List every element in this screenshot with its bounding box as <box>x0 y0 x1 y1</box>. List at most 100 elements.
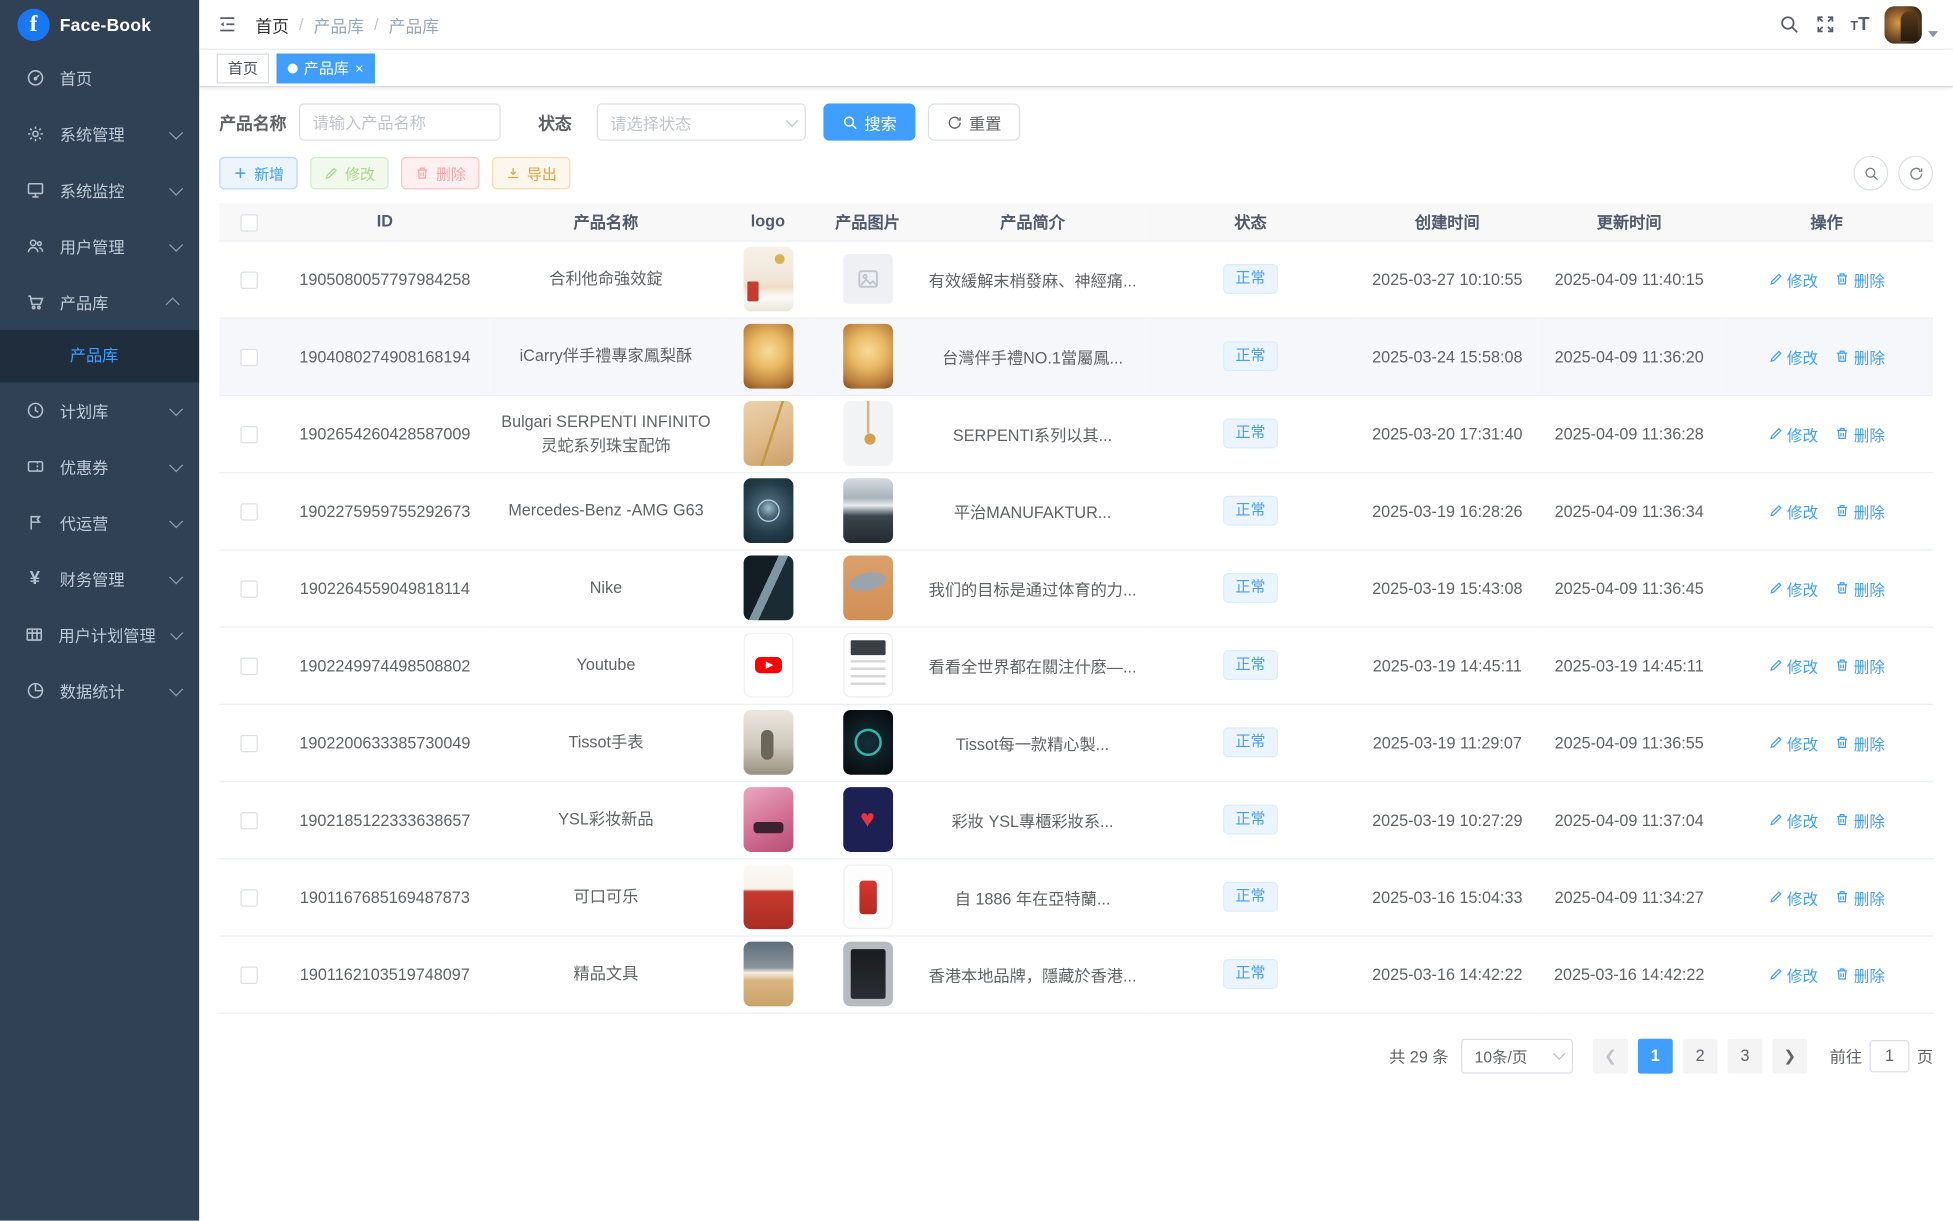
status-badge: 正常 <box>1223 882 1278 912</box>
row-delete-link[interactable]: 删除 <box>1835 653 1885 677</box>
breadcrumb-home[interactable]: 首页 <box>255 12 289 37</box>
delete-button[interactable]: 删除 <box>401 156 480 190</box>
tab-product-library[interactable]: 产品库 × <box>276 52 375 83</box>
row-edit-link[interactable]: 修改 <box>1768 808 1818 832</box>
sidebar-item-4[interactable]: 产品库 <box>0 274 199 330</box>
prev-page-button[interactable]: ❮ <box>1593 1038 1628 1074</box>
gold-necklace-photo <box>742 401 793 466</box>
updated-time: 2025-04-09 11:37:04 <box>1538 780 1721 859</box>
select-all-checkbox[interactable] <box>240 213 258 232</box>
sidebar-item-0[interactable]: 首页 <box>0 50 199 106</box>
page-button-2[interactable]: 2 <box>1682 1038 1718 1074</box>
fullscreen-icon[interactable] <box>1814 14 1835 35</box>
row-checkbox[interactable] <box>240 502 258 521</box>
row-edit-link[interactable]: 修改 <box>1768 344 1818 368</box>
tab-home[interactable]: 首页 <box>216 52 270 83</box>
row-checkbox[interactable] <box>240 580 258 598</box>
font-size-icon[interactable]: TT <box>1851 15 1870 34</box>
edit-button[interactable]: 修改 <box>310 156 389 190</box>
row-delete-link[interactable]: 删除 <box>1835 808 1885 832</box>
coke-can-photo <box>842 864 893 930</box>
product-name-input[interactable] <box>298 103 501 141</box>
page-unit: 页 <box>1916 1047 1934 1067</box>
close-icon[interactable]: × <box>355 60 364 75</box>
sidebar-item-8[interactable]: ¥ 财务管理 <box>0 551 199 607</box>
row-delete-link[interactable]: 删除 <box>1835 344 1885 368</box>
row-delete-link[interactable]: 删除 <box>1835 885 1885 909</box>
sidebar-item-7[interactable]: 代运营 <box>0 494 199 550</box>
row-checkbox[interactable] <box>240 271 258 289</box>
row-checkbox[interactable] <box>240 966 258 984</box>
product-logo-image <box>721 709 814 775</box>
product-intro: 有效緩解末梢發麻、神經痛... <box>920 240 1145 319</box>
brand-logo[interactable]: f Face-Book <box>0 0 199 50</box>
row-checkbox[interactable] <box>240 811 258 830</box>
user-plan-icon <box>25 625 44 645</box>
breadcrumb-mid: 产品库 <box>313 16 365 36</box>
sidebar-item-1[interactable]: 系统管理 <box>0 106 199 162</box>
row-edit-link[interactable]: 修改 <box>1768 962 1818 986</box>
status-select[interactable]: 请选择状态 <box>596 103 806 141</box>
product-id: 1902200633385730049 <box>278 703 491 782</box>
row-checkbox[interactable] <box>240 425 258 444</box>
sidebar-item-6[interactable]: 优惠券 <box>0 438 199 494</box>
status-label: 状态 <box>538 114 572 134</box>
row-edit-link[interactable]: 修改 <box>1768 885 1818 909</box>
page-size-select[interactable]: 10条/页 <box>1460 1038 1574 1074</box>
row-delete-link[interactable]: 删除 <box>1835 499 1885 523</box>
sidebar-item-3[interactable]: 用户管理 <box>0 218 199 274</box>
row-edit-link[interactable]: 修改 <box>1768 576 1818 600</box>
row-edit-link[interactable]: 修改 <box>1768 422 1818 446</box>
refresh-button[interactable] <box>1898 155 1934 191</box>
sidebar-item-10[interactable]: 数据统计 <box>0 663 199 719</box>
product-intro: Tissot每一款精心製... <box>920 703 1145 782</box>
goto-page-input[interactable] <box>1869 1039 1910 1072</box>
user-menu[interactable] <box>1884 5 1939 43</box>
col-name: 产品名称 <box>490 203 722 242</box>
row-edit-link[interactable]: 修改 <box>1768 267 1818 291</box>
product-intro: 台灣伴手禮NO.1當屬鳳... <box>920 317 1145 396</box>
chevron-down-icon <box>1553 1047 1566 1060</box>
page-button-1[interactable]: 1 <box>1637 1038 1673 1074</box>
sidebar-item-5[interactable]: 计划库 <box>0 382 199 438</box>
row-edit-link[interactable]: 修改 <box>1768 731 1818 755</box>
product-intro: 自 1886 年在亞特蘭... <box>920 858 1145 937</box>
next-page-button[interactable]: ❯ <box>1772 1038 1808 1074</box>
sidebar-item-9[interactable]: 用户计划管理 <box>0 607 199 663</box>
row-delete-link[interactable]: 删除 <box>1835 267 1885 291</box>
chevron-down-icon <box>1928 30 1939 37</box>
ysl-heart-photo: ♥ <box>842 787 893 852</box>
updated-time: 2025-03-19 14:45:11 <box>1538 626 1721 705</box>
row-edit-link[interactable]: 修改 <box>1768 653 1818 677</box>
chevron-down-icon <box>169 181 184 196</box>
search-icon[interactable] <box>1778 14 1799 35</box>
sidebar: f Face-Book 首页 系统管理 系统监控 用户管理 产品库 产品库 计划… <box>0 0 200 1221</box>
sidebar-fold-icon[interactable] <box>217 14 238 35</box>
col-actions: 操作 <box>1720 203 1934 242</box>
add-button[interactable]: 新增 <box>219 156 298 190</box>
search-button[interactable]: 搜索 <box>823 103 916 141</box>
row-checkbox[interactable] <box>240 348 258 366</box>
row-edit-link[interactable]: 修改 <box>1768 499 1818 523</box>
updated-time: 2025-04-09 11:40:15 <box>1538 240 1721 319</box>
export-button[interactable]: 导出 <box>492 156 571 190</box>
toggle-search-button[interactable] <box>1853 155 1889 191</box>
created-time: 2025-03-24 15:58:08 <box>1356 317 1539 396</box>
row-delete-link[interactable]: 删除 <box>1835 731 1885 755</box>
row-delete-link[interactable]: 删除 <box>1835 576 1885 600</box>
sidebar-subitem[interactable]: 产品库 <box>0 330 199 382</box>
row-checkbox[interactable] <box>240 657 258 675</box>
row-delete-link[interactable]: 删除 <box>1835 962 1885 986</box>
page-button-3[interactable]: 3 <box>1727 1038 1763 1074</box>
table-row: 1902249974498508802 Youtube 看看全世界都在關注什麽—… <box>219 626 1934 705</box>
row-checkbox[interactable] <box>240 734 258 753</box>
row-checkbox[interactable] <box>240 889 258 907</box>
product-intro: 我们的目标是通过体育的力... <box>920 549 1145 628</box>
product-logo-image <box>721 632 814 698</box>
sidebar-item-2[interactable]: 系统监控 <box>0 162 199 218</box>
reset-button[interactable]: 重置 <box>927 103 1021 141</box>
status-badge: 正常 <box>1223 573 1278 603</box>
product-name: 可口可乐 <box>490 858 722 937</box>
product-name: iCarry伴手禮專家鳳梨酥 <box>490 317 722 396</box>
row-delete-link[interactable]: 删除 <box>1835 422 1885 446</box>
